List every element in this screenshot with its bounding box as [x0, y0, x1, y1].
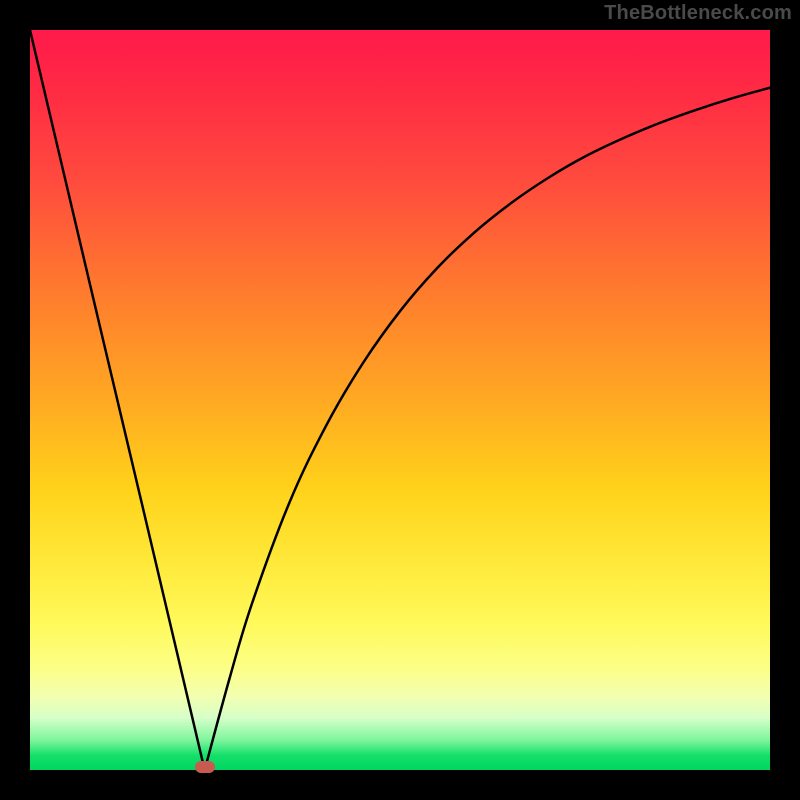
attribution-label: TheBottleneck.com [604, 2, 792, 25]
minimum-marker [195, 761, 215, 773]
curve-svg [30, 30, 770, 770]
chart-frame: TheBottleneck.com [0, 0, 800, 800]
bottleneck-curve [30, 30, 770, 770]
plot-area [30, 30, 770, 770]
